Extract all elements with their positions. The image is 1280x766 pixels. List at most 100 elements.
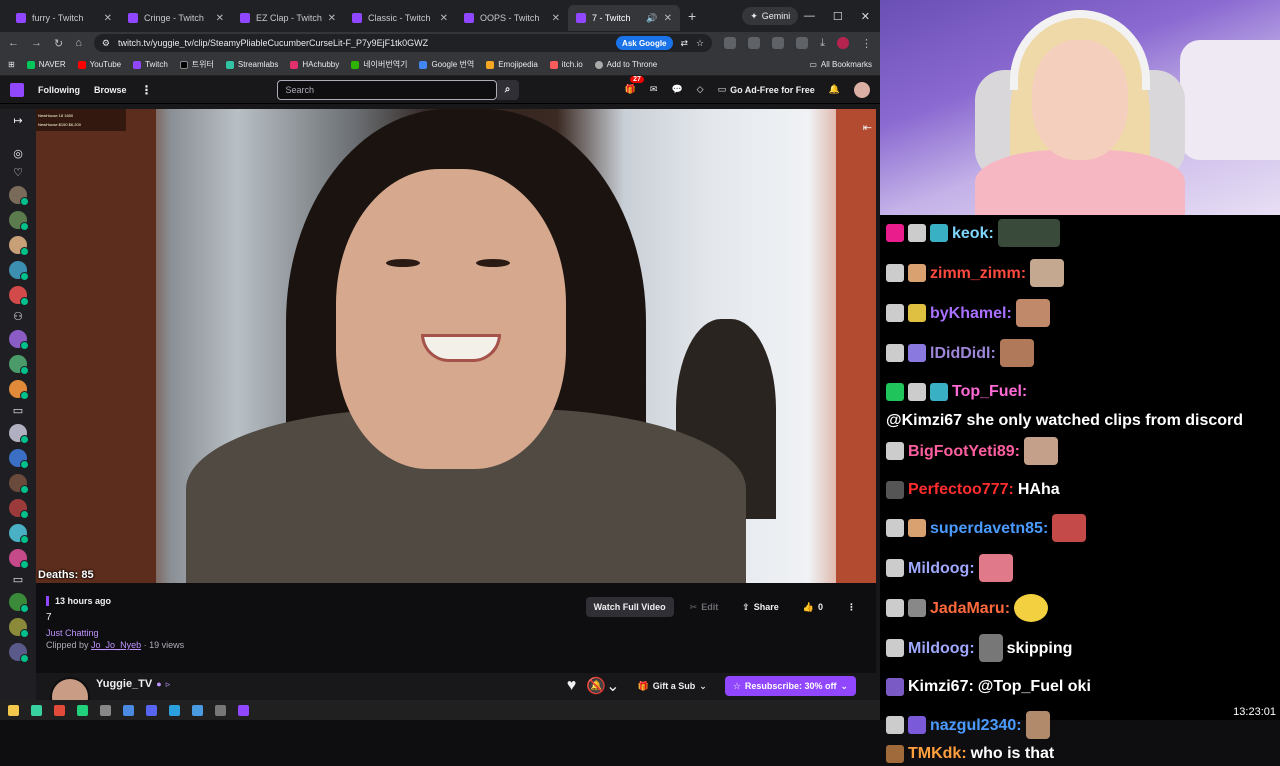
reload-icon[interactable]: ↻ <box>54 37 63 50</box>
app-icon[interactable] <box>169 704 180 716</box>
file-explorer-icon[interactable] <box>8 704 19 716</box>
share-button[interactable]: ⇪ Share <box>734 597 787 617</box>
resubscribe-button[interactable]: ☆ Resubscribe: 30% off ⌄ <box>724 676 856 696</box>
chrome-icon[interactable] <box>54 704 65 716</box>
like-button[interactable]: 👍 0 <box>795 597 831 617</box>
extension-icon[interactable] <box>772 37 785 49</box>
whispers-icon[interactable]: 💬 <box>671 84 682 95</box>
bookmark-naver[interactable]: NAVER <box>26 60 66 69</box>
tab-7[interactable]: 7 - Twitch 🔊 ✕ <box>568 5 680 31</box>
watch-full-video-button[interactable]: Watch Full Video <box>585 597 674 617</box>
channel-avatar[interactable] <box>9 186 29 206</box>
tab-oops[interactable]: OOPS - Twitch ✕ <box>456 5 568 31</box>
close-icon[interactable]: ✕ <box>664 13 672 24</box>
gemini-button[interactable]: ✦ Gemini <box>742 7 799 25</box>
bookmark-twitter[interactable]: 트위터 <box>179 59 214 70</box>
channel-avatar[interactable] <box>9 211 29 231</box>
clip-video-player[interactable]: NewHouse 18 1650 NewHouse $150 $6,200 De… <box>36 109 876 583</box>
channel-avatar[interactable] <box>9 499 29 519</box>
channel-name[interactable]: Yuggie_TV ● ▹ <box>96 678 170 690</box>
discord-icon[interactable] <box>146 704 157 716</box>
channel-avatar[interactable] <box>9 449 29 469</box>
menu-kebab-icon[interactable]: ⋮ <box>861 37 872 50</box>
bookmark-emojipedia[interactable]: Emojipedia <box>486 60 538 69</box>
bookmark-youtube[interactable]: YouTube <box>77 60 121 69</box>
follow-heart-icon[interactable]: ♥ <box>567 677 577 695</box>
maximize-icon[interactable]: ☐ <box>833 10 843 23</box>
crown-icon[interactable]: ◇ <box>697 84 704 95</box>
ad-free-button[interactable]: ▭ Go Ad-Free for Free <box>718 84 815 95</box>
apps-grid-icon[interactable]: ⊞ <box>8 60 15 69</box>
channel-avatar[interactable] <box>9 593 29 613</box>
more-options-icon[interactable]: ⋮ <box>839 597 864 617</box>
user-avatar[interactable] <box>854 81 870 98</box>
notifications-off-icon[interactable]: 🔕⌄ <box>586 676 619 696</box>
category-link[interactable]: Just Chatting <box>46 628 184 638</box>
channel-avatar[interactable] <box>9 380 29 400</box>
bookmark-naver-translate[interactable]: 네이버번역기 <box>351 59 407 70</box>
site-info-icon[interactable]: ⚙ <box>102 38 110 49</box>
close-icon[interactable]: ✕ <box>328 13 336 24</box>
channel-avatar[interactable] <box>9 424 29 444</box>
heart-icon[interactable]: ♡ <box>12 167 24 179</box>
expand-rail-icon[interactable]: ↦ <box>12 115 24 127</box>
profile-avatar[interactable] <box>837 37 849 49</box>
video-camera-icon[interactable]: ▭ <box>12 574 24 586</box>
app-icon[interactable] <box>31 704 42 716</box>
ask-google-button[interactable]: Ask Google <box>616 36 673 50</box>
bookmark-itchio[interactable]: itch.io <box>549 60 583 69</box>
gift-sub-button[interactable]: 🎁 Gift a Sub ⌄ <box>630 676 715 696</box>
url-text[interactable]: twitch.tv/yuggie_tv/clip/SteamyPliableCu… <box>118 38 608 48</box>
channel-avatar[interactable] <box>9 474 29 494</box>
close-icon[interactable]: ✕ <box>552 13 560 24</box>
channel-avatar[interactable] <box>9 261 29 281</box>
bookmark-throne[interactable]: Add to Throne <box>594 60 657 69</box>
edit-button[interactable]: ✂ Edit <box>682 597 727 617</box>
add-friend-icon[interactable]: ⚇ <box>12 311 24 323</box>
app-icon[interactable] <box>238 704 249 716</box>
url-field[interactable]: ⚙ twitch.tv/yuggie_tv/clip/SteamyPliable… <box>93 34 713 52</box>
extensions-puzzle-icon[interactable] <box>796 37 809 49</box>
close-icon[interactable]: ✕ <box>216 13 224 24</box>
minimize-icon[interactable]: — <box>804 10 815 23</box>
bookmark-twitch[interactable]: Twitch <box>133 60 168 69</box>
app-icon[interactable] <box>123 704 134 716</box>
channel-avatar[interactable] <box>9 286 29 306</box>
translate-icon[interactable]: ⇄ <box>681 38 689 49</box>
inbox-icon[interactable]: ✉ <box>650 84 658 95</box>
channel-avatar[interactable] <box>9 330 29 350</box>
search-input[interactable]: Search <box>276 79 497 100</box>
following-link[interactable]: Following <box>38 85 80 95</box>
forward-icon[interactable]: → <box>31 37 42 49</box>
close-window-icon[interactable]: ✕ <box>861 10 870 23</box>
bell-icon[interactable]: 🔔 <box>829 84 840 95</box>
home-icon[interactable]: ⌂ <box>75 37 82 49</box>
extension-icon[interactable] <box>724 37 737 49</box>
live-icon[interactable]: ◎ <box>12 148 24 160</box>
bookmark-google-translate[interactable]: Google 번역 <box>419 59 474 70</box>
tab-cringe[interactable]: Cringe - Twitch ✕ <box>120 5 232 31</box>
channel-avatar[interactable] <box>9 618 29 638</box>
tab-furry[interactable]: furry - Twitch ✕ <box>8 5 120 31</box>
channel-avatar[interactable] <box>9 643 29 663</box>
clipper-link[interactable]: Jo_Jo_Nyeb <box>91 640 141 650</box>
collapse-chat-icon[interactable]: ⇤ <box>863 121 872 134</box>
back-icon[interactable]: ← <box>8 37 19 49</box>
app-icon[interactable] <box>215 704 226 716</box>
browse-link[interactable]: Browse <box>94 85 127 95</box>
bookmark-star-icon[interactable]: ☆ <box>696 38 704 49</box>
channel-avatar[interactable] <box>9 549 29 569</box>
app-icon[interactable] <box>192 704 203 716</box>
speaker-icon[interactable]: 🔊 <box>646 13 657 24</box>
channel-avatar[interactable] <box>9 524 29 544</box>
channel-avatar[interactable] <box>9 236 29 256</box>
download-icon[interactable]: ⤓ <box>820 37 825 50</box>
new-tab-button[interactable]: + <box>688 8 696 24</box>
twitch-logo-icon[interactable] <box>10 82 24 97</box>
extension-icon[interactable] <box>748 37 761 49</box>
channel-avatar[interactable] <box>50 677 90 700</box>
all-bookmarks[interactable]: ▭ All Bookmarks <box>809 60 872 69</box>
close-icon[interactable]: ✕ <box>440 13 448 24</box>
more-menu-icon[interactable]: ⋮ <box>141 83 153 97</box>
bookmark-streamlabs[interactable]: Streamlabs <box>225 60 278 69</box>
